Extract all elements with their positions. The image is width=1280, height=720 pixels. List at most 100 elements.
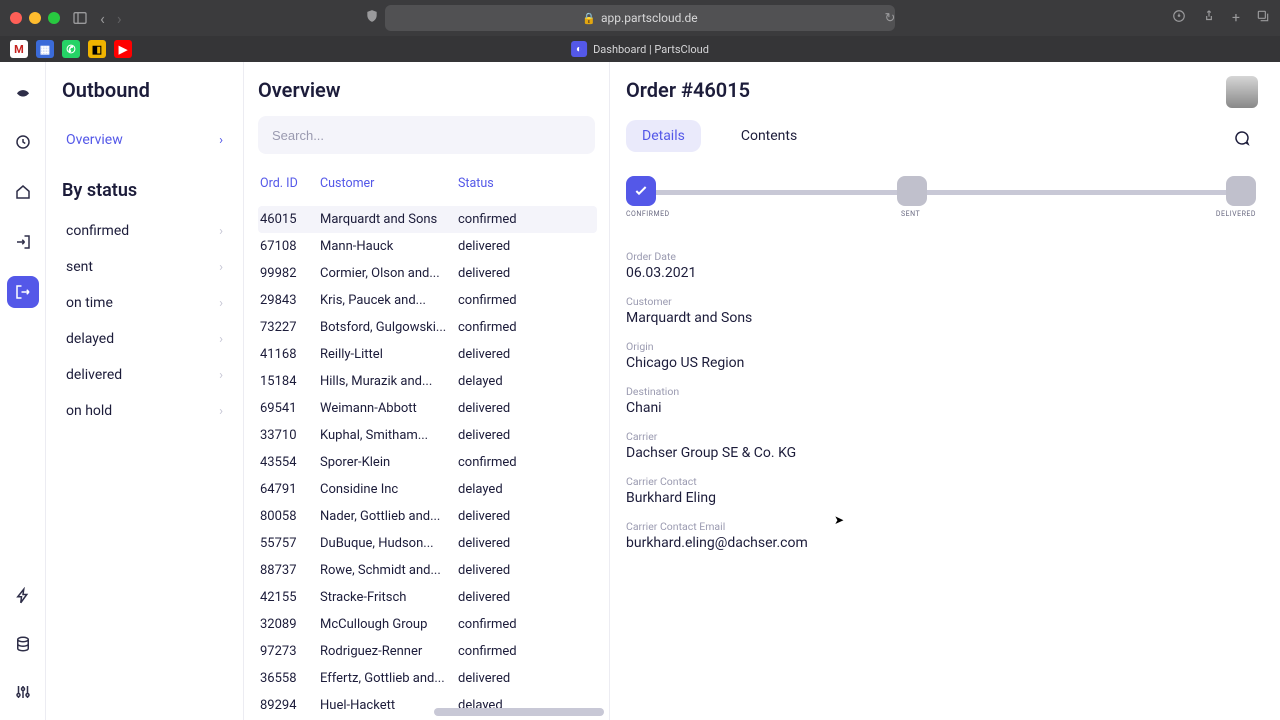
table-row[interactable]: 43554Sporer-Kleinconfirmed xyxy=(258,449,597,476)
cell-status: delivered xyxy=(458,536,595,551)
sidebar-item-status[interactable]: on time› xyxy=(62,285,227,321)
download-icon[interactable] xyxy=(1172,9,1186,27)
table-row[interactable]: 69541Weimann-Abbottdelivered xyxy=(258,395,597,422)
sidebar-item-status[interactable]: on hold› xyxy=(62,393,227,429)
table-row[interactable]: 88737Rowe, Schmidt and...delivered xyxy=(258,557,597,584)
maximize-window-icon[interactable] xyxy=(48,12,60,24)
bolt-icon[interactable] xyxy=(7,580,39,612)
chevron-right-icon: › xyxy=(219,332,223,347)
table-row[interactable]: 36558Effertz, Gottlieb and...delivered xyxy=(258,665,597,692)
cell-id: 99982 xyxy=(260,266,320,281)
tab-label: Contents xyxy=(741,128,797,144)
home-icon[interactable] xyxy=(7,176,39,208)
cell-customer: Marquardt and Sons xyxy=(320,212,458,227)
detail-field: CustomerMarquardt and Sons xyxy=(626,295,1256,326)
search-input[interactable] xyxy=(258,116,595,154)
url-bar[interactable]: 🔒 app.partscloud.de xyxy=(385,5,895,31)
outbound-icon[interactable] xyxy=(7,276,39,308)
sidebar-item-label: on hold xyxy=(66,403,112,419)
clock-icon[interactable] xyxy=(7,126,39,158)
progress-label: DELIVERED xyxy=(1216,210,1256,218)
field-label: Customer xyxy=(626,295,1256,308)
table-row[interactable]: 33710Kuphal, Smitham...delivered xyxy=(258,422,597,449)
cell-id: 15184 xyxy=(260,374,320,389)
detail-field: Carrier Contact Emailburkhard.eling@dach… xyxy=(626,520,1256,551)
cell-status: delivered xyxy=(458,428,595,443)
cell-status: delivered xyxy=(458,239,595,254)
cell-status: confirmed xyxy=(458,293,595,308)
col-customer[interactable]: Customer xyxy=(320,176,458,191)
sidebar-item-label: confirmed xyxy=(66,223,129,239)
table-row[interactable]: 32089McCullough Groupconfirmed xyxy=(258,611,597,638)
cell-status: confirmed xyxy=(458,455,595,470)
privacy-shield-icon[interactable] xyxy=(365,9,379,27)
bookmark-whatsapp-icon[interactable]: ✆ xyxy=(62,40,80,58)
sliders-icon[interactable] xyxy=(7,676,39,708)
table-row[interactable]: 80058Nader, Gottlieb and...delivered xyxy=(258,503,597,530)
cell-customer: Considine Inc xyxy=(320,482,458,497)
database-icon[interactable] xyxy=(7,628,39,660)
sidebar-item-status[interactable]: confirmed › xyxy=(62,213,227,249)
cell-id: 69541 xyxy=(260,401,320,416)
cell-status: confirmed xyxy=(458,617,595,632)
table-row[interactable]: 41168Reilly-Litteldelivered xyxy=(258,341,597,368)
field-label: Carrier Contact xyxy=(626,475,1256,488)
chevron-right-icon: › xyxy=(219,224,223,239)
table-row[interactable]: 15184Hills, Murazik and...delayed xyxy=(258,368,597,395)
overview-title: Overview xyxy=(258,78,595,102)
table-row[interactable]: 46015Marquardt and Sonsconfirmed xyxy=(258,206,597,233)
bookmark-youtube-icon[interactable]: ▶ xyxy=(114,40,132,58)
chevron-right-icon: › xyxy=(219,296,223,311)
sidebar-item-status[interactable]: delayed › xyxy=(62,321,227,357)
table-row[interactable]: 99982Cormier, Olson and...delivered xyxy=(258,260,597,287)
progress-label: SENT xyxy=(901,210,920,218)
comment-icon[interactable] xyxy=(1226,122,1258,154)
table-row[interactable]: 64791Considine Incdelayed xyxy=(258,476,597,503)
table-row[interactable]: 97273Rodriguez-Rennerconfirmed xyxy=(258,638,597,665)
bookmark-gmail-icon[interactable]: M xyxy=(10,40,28,58)
sidebar-toggle-icon[interactable] xyxy=(72,10,88,26)
cell-customer: Rodriguez-Renner xyxy=(320,644,458,659)
table-row[interactable]: 67108Mann-Hauckdelivered xyxy=(258,233,597,260)
share-icon[interactable] xyxy=(1202,9,1216,27)
sidebar-item-status[interactable]: sent› xyxy=(62,249,227,285)
tab-details[interactable]: Details xyxy=(626,120,701,152)
avatar[interactable] xyxy=(1226,76,1258,108)
detail-field: Carrier ContactBurkhard Eling xyxy=(626,475,1256,506)
cell-status: delivered xyxy=(458,266,595,281)
field-value: Chicago US Region xyxy=(626,355,1256,371)
window-controls[interactable] xyxy=(10,12,60,24)
logo-icon[interactable] xyxy=(7,76,39,108)
field-label: Order Date xyxy=(626,250,1256,263)
table-body[interactable]: 46015Marquardt and Sonsconfirmed67108Man… xyxy=(258,206,603,720)
sidebar-item-status[interactable]: delivered› xyxy=(62,357,227,393)
tabs-overview-icon[interactable] xyxy=(1256,9,1270,27)
bookmark-bar: M ▦ ✆ ◧ ▶ ◐ Dashboard | PartsCloud xyxy=(0,36,1280,62)
sidebar-item-overview[interactable]: Overview › xyxy=(62,122,227,158)
cell-id: 55757 xyxy=(260,536,320,551)
refresh-icon[interactable]: ↻ xyxy=(885,11,896,26)
field-label: Carrier Contact Email xyxy=(626,520,1256,533)
cell-customer: Effertz, Gottlieb and... xyxy=(320,671,458,686)
cell-customer: McCullough Group xyxy=(320,617,458,632)
new-tab-icon[interactable]: + xyxy=(1232,10,1240,26)
field-label: Carrier xyxy=(626,430,1256,443)
horizontal-scrollbar[interactable] xyxy=(434,708,604,716)
progress-step-sent xyxy=(897,176,927,206)
progress-tracker: CONFIRMED SENT DELIVERED xyxy=(626,176,1256,212)
table-row[interactable]: 55757DuBuque, Hudson...delivered xyxy=(258,530,597,557)
table-row[interactable]: 73227Botsford, Gulgowski...confirmed xyxy=(258,314,597,341)
inbound-icon[interactable] xyxy=(7,226,39,258)
back-icon[interactable]: ‹ xyxy=(100,9,105,28)
tab-contents[interactable]: Contents xyxy=(725,120,813,152)
minimize-window-icon[interactable] xyxy=(29,12,41,24)
col-status[interactable]: Status xyxy=(458,176,593,191)
table-header[interactable]: Ord. ID Customer Status xyxy=(258,176,595,201)
bookmark-calendar-icon[interactable]: ▦ xyxy=(36,40,54,58)
col-id[interactable]: Ord. ID xyxy=(260,176,320,191)
table-row[interactable]: 29843Kris, Paucek and...confirmed xyxy=(258,287,597,314)
bookmark-app-icon[interactable]: ◧ xyxy=(88,40,106,58)
close-window-icon[interactable] xyxy=(10,12,22,24)
sidebar-item-label: delayed xyxy=(66,331,114,347)
table-row[interactable]: 42155Stracke-Fritschdelivered xyxy=(258,584,597,611)
